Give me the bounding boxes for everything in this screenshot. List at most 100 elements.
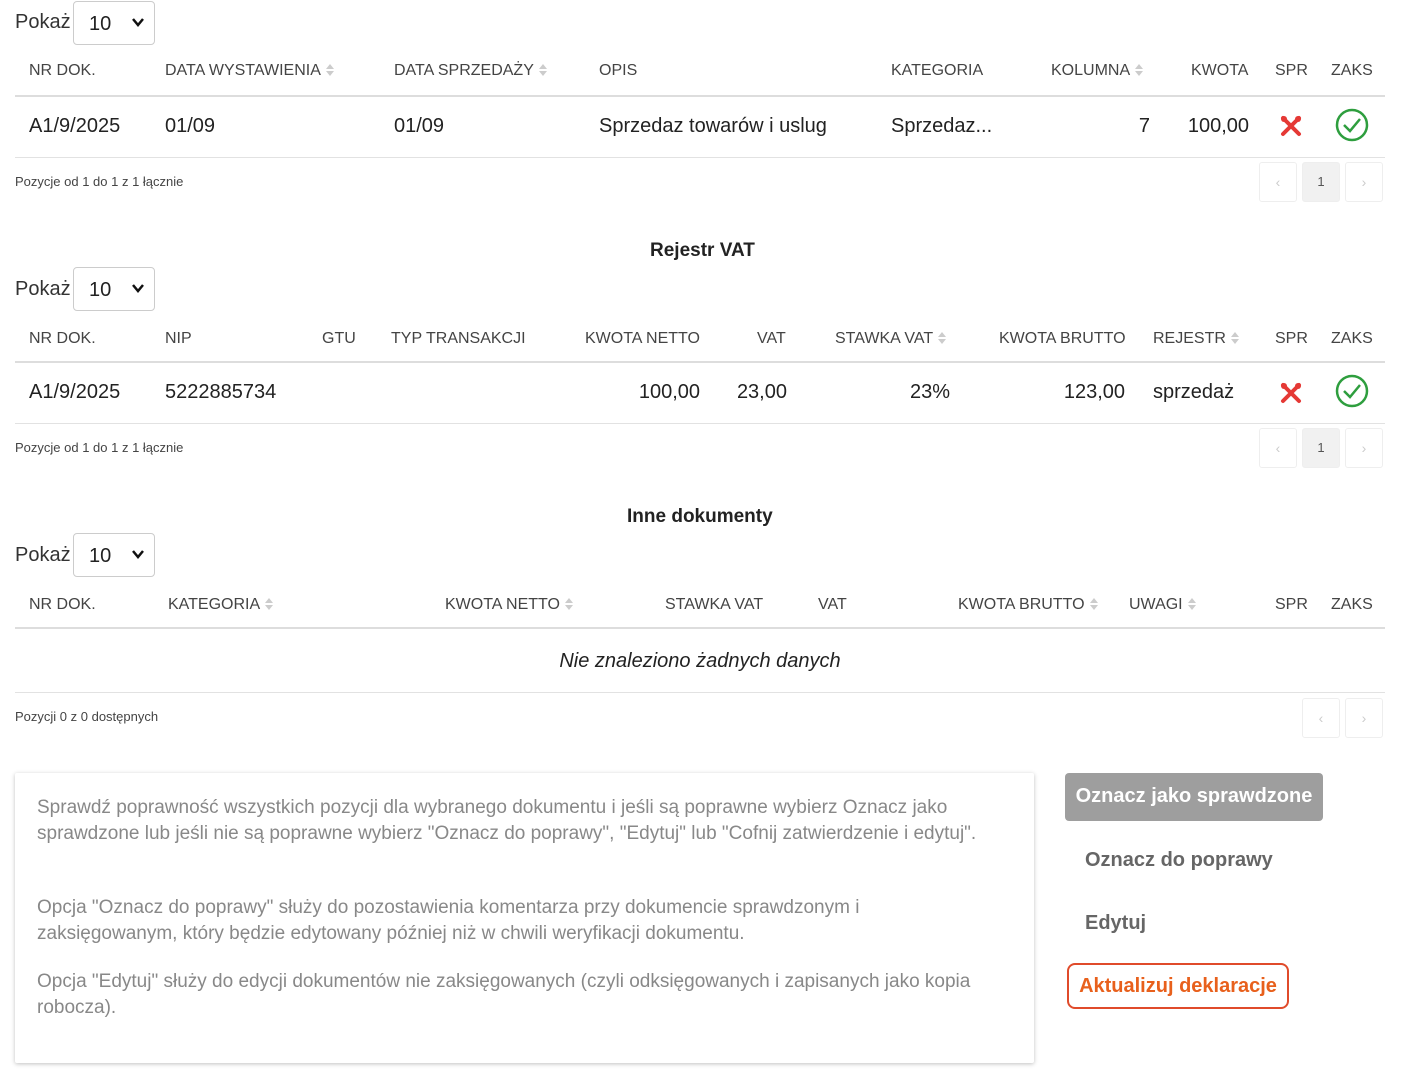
sort-icon xyxy=(538,64,547,76)
th-vat: VAT xyxy=(757,330,786,347)
instructions-paragraph-1: Sprawdź poprawność wszystkich pozycji dl… xyxy=(37,797,977,844)
tools-cross-icon[interactable] xyxy=(1279,114,1303,138)
prev-page-button[interactable]: ‹ xyxy=(1259,428,1297,468)
th-zaks: ZAKS xyxy=(1331,596,1373,613)
sort-icon xyxy=(1089,598,1098,610)
prev-page-button[interactable]: ‹ xyxy=(1302,698,1340,738)
page-size-value: 10 xyxy=(89,13,112,35)
th-label: KWOTA NETTO xyxy=(445,596,560,613)
page-size-value: 10 xyxy=(89,545,112,567)
cell-stawka-vat: 23% xyxy=(909,381,950,403)
mark-fix-button[interactable]: Oznacz do poprawy xyxy=(1085,849,1273,872)
th-rejestr[interactable]: REJESTR xyxy=(1153,330,1240,348)
table-info: Pozycje od 1 do 1 z 1 łącznie xyxy=(15,174,184,189)
th-kwota-brutto[interactable]: KWOTA BRUTTO xyxy=(958,596,1099,614)
cell-nr-dok: A1/9/2025 xyxy=(29,115,121,137)
show-label: Pokaż xyxy=(15,278,71,300)
th-typ-transakcji: TYP TRANSAKCJI xyxy=(391,330,526,347)
check-circle-icon[interactable] xyxy=(1335,374,1369,408)
section-title-vat: Rejestr VAT xyxy=(650,240,755,261)
cell-kolumna: 7 xyxy=(1138,115,1150,137)
page-size-select[interactable]: 10 xyxy=(73,533,155,577)
instructions-panel: Sprawdź poprawność wszystkich pozycji dl… xyxy=(15,773,1034,1063)
th-kwota-brutto: KWOTA BRUTTO xyxy=(999,330,1126,347)
th-kategoria[interactable]: KATEGORIA xyxy=(168,596,274,614)
cell-kategoria: Sprzedaz... xyxy=(891,115,993,137)
next-page-button[interactable]: › xyxy=(1345,698,1383,738)
show-label: Pokaż xyxy=(15,544,71,566)
next-page-button[interactable]: › xyxy=(1345,162,1383,202)
th-spr: SPR xyxy=(1275,62,1308,79)
sort-icon xyxy=(325,64,334,76)
page-size-select[interactable]: 10 xyxy=(73,1,155,45)
th-opis: OPIS xyxy=(599,62,638,79)
edit-button[interactable]: Edytuj xyxy=(1085,912,1146,935)
cell-nr-dok: A1/9/2025 xyxy=(29,381,121,403)
check-circle-icon[interactable] xyxy=(1335,108,1369,142)
header-divider xyxy=(15,95,1385,97)
th-nr-dok: NR DOK. xyxy=(29,62,96,79)
cell-opis: Sprzedaz towarów i uslug xyxy=(599,115,827,137)
next-page-button[interactable]: › xyxy=(1345,428,1383,468)
th-label: KATEGORIA xyxy=(168,596,261,613)
th-kwota-netto: KWOTA NETTO xyxy=(585,330,700,347)
th-nr-dok: NR DOK. xyxy=(29,596,96,613)
pagination: ‹ › xyxy=(1302,698,1385,740)
empty-table-message: Nie znaleziono żadnych danych xyxy=(559,650,841,672)
th-vat: VAT xyxy=(818,596,847,613)
th-label: DATA SPRZEDAŻY xyxy=(394,62,534,79)
tools-cross-icon[interactable] xyxy=(1279,381,1303,405)
sort-icon xyxy=(1230,332,1239,344)
page-size-select[interactable]: 10 xyxy=(73,267,155,311)
th-zaks: ZAKS xyxy=(1331,62,1373,79)
prev-page-button[interactable]: ‹ xyxy=(1259,162,1297,202)
pagination: ‹ 1 › xyxy=(1259,428,1385,470)
th-kwota: KWOTA xyxy=(1191,62,1249,79)
th-label: DATA WYSTAWIENIA xyxy=(165,62,321,79)
th-nr-dok: NR DOK. xyxy=(29,330,96,347)
chevron-down-icon xyxy=(132,18,144,27)
sort-icon xyxy=(265,598,274,610)
show-label: Pokaż xyxy=(15,11,71,33)
update-declaration-button[interactable]: Aktualizuj deklaracje xyxy=(1067,963,1289,1009)
header-divider xyxy=(15,361,1385,363)
cell-nip: 5222885734 xyxy=(165,381,277,403)
row-divider xyxy=(15,423,1385,424)
th-label: REJESTR xyxy=(1153,330,1226,347)
mark-checked-button[interactable]: Oznacz jako sprawdzone xyxy=(1065,773,1323,821)
cell-kwota-brutto: 123,00 xyxy=(1063,381,1125,403)
section-title-inne: Inne dokumenty xyxy=(627,506,773,527)
th-zaks: ZAKS xyxy=(1331,330,1373,347)
chevron-down-icon xyxy=(132,550,144,559)
row-divider xyxy=(15,157,1385,158)
th-kwota-netto[interactable]: KWOTA NETTO xyxy=(445,596,574,614)
instructions-paragraph-3: Opcja "Edytuj" służy do edycji dokumentó… xyxy=(37,971,971,1018)
sort-icon xyxy=(564,598,573,610)
page-button[interactable]: 1 xyxy=(1302,428,1340,468)
cell-data-wystawienia: 01/09 xyxy=(165,115,216,137)
th-kolumna[interactable]: KOLUMNA xyxy=(1051,62,1144,80)
page-size-value: 10 xyxy=(89,279,112,301)
sort-icon xyxy=(1135,64,1144,76)
chevron-down-icon xyxy=(132,284,144,293)
th-stawka-vat: STAWKA VAT xyxy=(665,596,764,613)
cell-kwota: 100,00 xyxy=(1187,115,1249,137)
th-stawka-vat[interactable]: STAWKA VAT xyxy=(835,330,947,348)
sort-icon xyxy=(938,332,947,344)
th-uwagi[interactable]: UWAGI xyxy=(1129,596,1197,614)
cell-vat: 23,00 xyxy=(736,381,787,403)
th-data-sprzedazy[interactable]: DATA SPRZEDAŻY xyxy=(394,62,548,80)
page-button[interactable]: 1 xyxy=(1302,162,1340,202)
th-spr: SPR xyxy=(1275,596,1308,613)
sort-icon xyxy=(1187,598,1196,610)
th-data-wystawienia[interactable]: DATA WYSTAWIENIA xyxy=(165,62,335,80)
instructions-paragraph-2: Opcja "Oznacz do poprawy" służy do pozos… xyxy=(37,897,860,944)
cell-kwota-netto: 100,00 xyxy=(638,381,700,403)
row-divider xyxy=(15,692,1385,693)
table-info: Pozycje od 1 do 1 z 1 łącznie xyxy=(15,440,184,455)
th-gtu: GTU xyxy=(322,330,356,347)
th-label: KOLUMNA xyxy=(1051,62,1131,79)
cell-data-sprzedazy: 01/09 xyxy=(394,115,445,137)
pagination: ‹ 1 › xyxy=(1259,162,1385,204)
th-spr: SPR xyxy=(1275,330,1308,347)
